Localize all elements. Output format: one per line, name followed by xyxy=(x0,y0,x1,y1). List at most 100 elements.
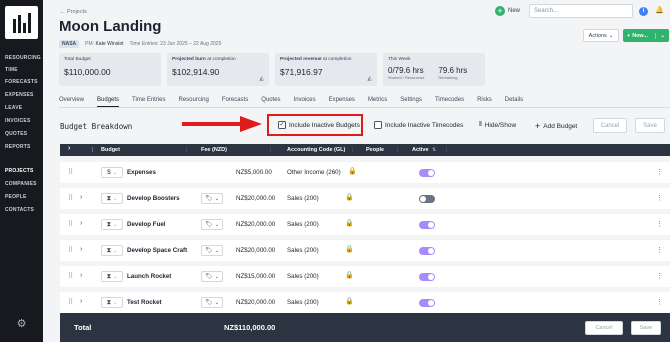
tag-icon[interactable]: 🏷 ⌄ xyxy=(201,297,223,308)
table-row[interactable]: ⠿ › ⧗ ⌄ Develop Fuel 🏷 ⌄ NZ$20,000.00 Sales (200… xyxy=(60,214,670,235)
kebab-menu-icon[interactable]: ⋮ xyxy=(656,298,663,306)
sidebar-item-time[interactable]: TIME xyxy=(5,67,18,73)
sidebar-item-contacts[interactable]: CONTACTS xyxy=(5,207,34,213)
table-row[interactable]: ⠿ › ⧗ ⌄ Launch Rocket 🏷 ⌄ NZ$15,000.00 Sales (20… xyxy=(60,266,670,287)
chevron-right-icon[interactable]: › xyxy=(80,272,82,279)
budget-fee[interactable]: NZ$20,000.00 xyxy=(236,247,275,254)
table-row[interactable]: ⠿ $ ⌄ Expenses NZ$5,000.00 Other Income (260)… xyxy=(60,162,670,183)
tab-overview[interactable]: Overview xyxy=(59,97,84,107)
drag-handle-icon[interactable]: ⠿ xyxy=(68,246,73,254)
column-menu-icon[interactable]: ⋮ xyxy=(395,147,400,153)
sidebar-item-forecasts[interactable]: FORECASTS xyxy=(5,79,38,85)
sidebar-item-resourcing[interactable]: RESOURCING xyxy=(5,55,41,61)
budget-type-icon[interactable]: ⧗ ⌄ xyxy=(101,219,123,230)
lock-icon[interactable]: 🔒 xyxy=(345,297,354,305)
budget-fee[interactable]: NZ$20,000.00 xyxy=(236,299,275,306)
budget-type-icon[interactable]: $ ⌄ xyxy=(101,167,123,178)
header-people[interactable]: People xyxy=(366,147,384,153)
accounting-code[interactable]: Sales (200) xyxy=(287,247,319,254)
tab-time-entries[interactable]: Time Entries xyxy=(132,97,165,107)
chevron-right-icon[interactable]: › xyxy=(80,220,82,227)
lock-icon[interactable]: 🔒 xyxy=(345,219,354,227)
sidebar-item-leave[interactable]: LEAVE xyxy=(5,105,22,111)
column-menu-icon[interactable]: ⋮ xyxy=(350,147,355,153)
chevron-right-icon[interactable]: › xyxy=(80,298,82,305)
active-toggle[interactable] xyxy=(419,195,435,203)
budget-type-icon[interactable]: ⧗ ⌄ xyxy=(101,245,123,256)
add-budget-button[interactable]: + Add Budget xyxy=(535,121,577,131)
include-inactive-timecodes-checkbox[interactable]: Include Inactive Timecodes xyxy=(374,121,463,129)
checkbox-unchecked-icon[interactable] xyxy=(374,121,382,129)
budget-type-icon[interactable]: ⧗ ⌄ xyxy=(101,193,123,204)
column-menu-icon[interactable]: ⋮ xyxy=(184,147,189,153)
budget-name[interactable]: Launch Rocket xyxy=(127,273,171,280)
tag-icon[interactable]: 🏷 ⌄ xyxy=(201,271,223,282)
chevron-right-icon[interactable]: › xyxy=(80,194,82,201)
header-budget[interactable]: Budget xyxy=(101,147,120,153)
kebab-menu-icon[interactable]: ⋮ xyxy=(656,194,663,202)
sidebar-item-quotes[interactable]: QUOTES xyxy=(5,131,27,137)
active-toggle[interactable] xyxy=(419,299,435,307)
cancel-button[interactable]: Cancel xyxy=(593,118,627,133)
tab-settings[interactable]: Settings xyxy=(400,97,422,107)
sidebar-item-companies[interactable]: COMPANIES xyxy=(5,181,37,187)
accounting-code[interactable]: Sales (200) xyxy=(287,221,319,228)
kebab-menu-icon[interactable]: ⋮ xyxy=(656,168,663,176)
gear-icon[interactable]: ⚙ xyxy=(15,318,28,331)
tab-metrics[interactable]: Metrics xyxy=(368,97,387,107)
tab-details[interactable]: Details xyxy=(505,97,523,107)
accounting-code[interactable]: Other Income (260) xyxy=(287,169,341,176)
checkbox-checked-icon[interactable]: ✓ xyxy=(278,121,286,129)
accounting-code[interactable]: Sales (200) xyxy=(287,273,319,280)
active-toggle[interactable] xyxy=(419,221,435,229)
budget-fee[interactable]: NZ$20,000.00 xyxy=(236,195,275,202)
tab-risks[interactable]: Risks xyxy=(477,97,492,107)
budget-fee[interactable]: NZ$20,000.00 xyxy=(236,221,275,228)
app-logo[interactable] xyxy=(5,6,38,39)
header-accounting-code[interactable]: Accounting Code (GL) xyxy=(287,147,345,153)
tab-resourcing[interactable]: Resourcing xyxy=(179,97,209,107)
sidebar-item-projects[interactable]: PROJECTS xyxy=(5,168,34,174)
budget-name[interactable]: Test Rocket xyxy=(127,299,162,306)
chevron-down-icon[interactable]: ⌄ xyxy=(655,32,669,39)
tab-expenses[interactable]: Expenses xyxy=(329,97,355,107)
active-toggle[interactable] xyxy=(419,247,435,255)
budget-name[interactable]: Develop Space Craft xyxy=(127,247,187,254)
sidebar-item-expenses[interactable]: EXPENSES xyxy=(5,92,34,98)
lock-icon[interactable]: 🔒 xyxy=(345,245,354,253)
budget-type-icon[interactable]: ⧗ ⌄ xyxy=(101,271,123,282)
kebab-menu-icon[interactable]: ⋮ xyxy=(656,220,663,228)
column-menu-icon[interactable]: ⋮ xyxy=(444,147,449,153)
kebab-menu-icon[interactable]: ⋮ xyxy=(656,246,663,254)
column-menu-icon[interactable]: ⋮ xyxy=(268,147,273,153)
lock-icon[interactable]: 🔒 xyxy=(348,167,357,175)
sidebar-item-invoices[interactable]: INVOICES xyxy=(5,118,31,124)
header-fee[interactable]: Fee (NZD) xyxy=(201,147,227,153)
footer-cancel-button[interactable]: Cancel xyxy=(585,321,623,335)
sidebar-item-people[interactable]: PEOPLE xyxy=(5,194,26,200)
new-link[interactable]: + New xyxy=(495,6,520,16)
actions-dropdown[interactable]: Actions ⌄ xyxy=(583,29,619,42)
tag-icon[interactable]: 🏷 ⌄ xyxy=(201,193,223,204)
kebab-menu-icon[interactable]: ⋮ xyxy=(656,272,663,280)
budget-name[interactable]: Develop Boosters xyxy=(127,195,180,202)
include-inactive-budgets-checkbox[interactable]: ✓ Include Inactive Budgets xyxy=(278,121,360,129)
accounting-code[interactable]: Sales (200) xyxy=(287,195,319,202)
tab-quotes[interactable]: Quotes xyxy=(261,97,280,107)
save-button[interactable]: Save xyxy=(635,118,665,133)
drag-handle-icon[interactable]: ⠿ xyxy=(68,194,73,202)
sort-icon[interactable]: ⇅ xyxy=(432,147,436,153)
table-row[interactable]: ⠿ › ⧗ ⌄ Develop Boosters 🏷 ⌄ NZ$20,000.00 Sales … xyxy=(60,188,670,209)
footer-save-button[interactable]: Save xyxy=(631,321,661,335)
tag-icon[interactable]: 🏷 ⌄ xyxy=(201,245,223,256)
drag-handle-icon[interactable]: ⠿ xyxy=(68,298,73,306)
header-active[interactable]: Active xyxy=(412,147,429,153)
hide-show-button[interactable]: ⫴ Hide/Show xyxy=(479,121,516,129)
search-input[interactable]: Search... xyxy=(529,4,633,18)
table-row[interactable]: ⠿ › ⧗ ⌄ Develop Space Craft 🏷 ⌄ NZ$20,000.00 Sal… xyxy=(60,240,670,261)
tab-budgets[interactable]: Budgets xyxy=(97,97,120,107)
tab-invoices[interactable]: Invoices xyxy=(294,97,316,107)
sidebar-item-reports[interactable]: REPORTS xyxy=(5,144,31,150)
active-toggle[interactable] xyxy=(419,273,435,281)
tab-timecodes[interactable]: Timecodes xyxy=(435,97,464,107)
